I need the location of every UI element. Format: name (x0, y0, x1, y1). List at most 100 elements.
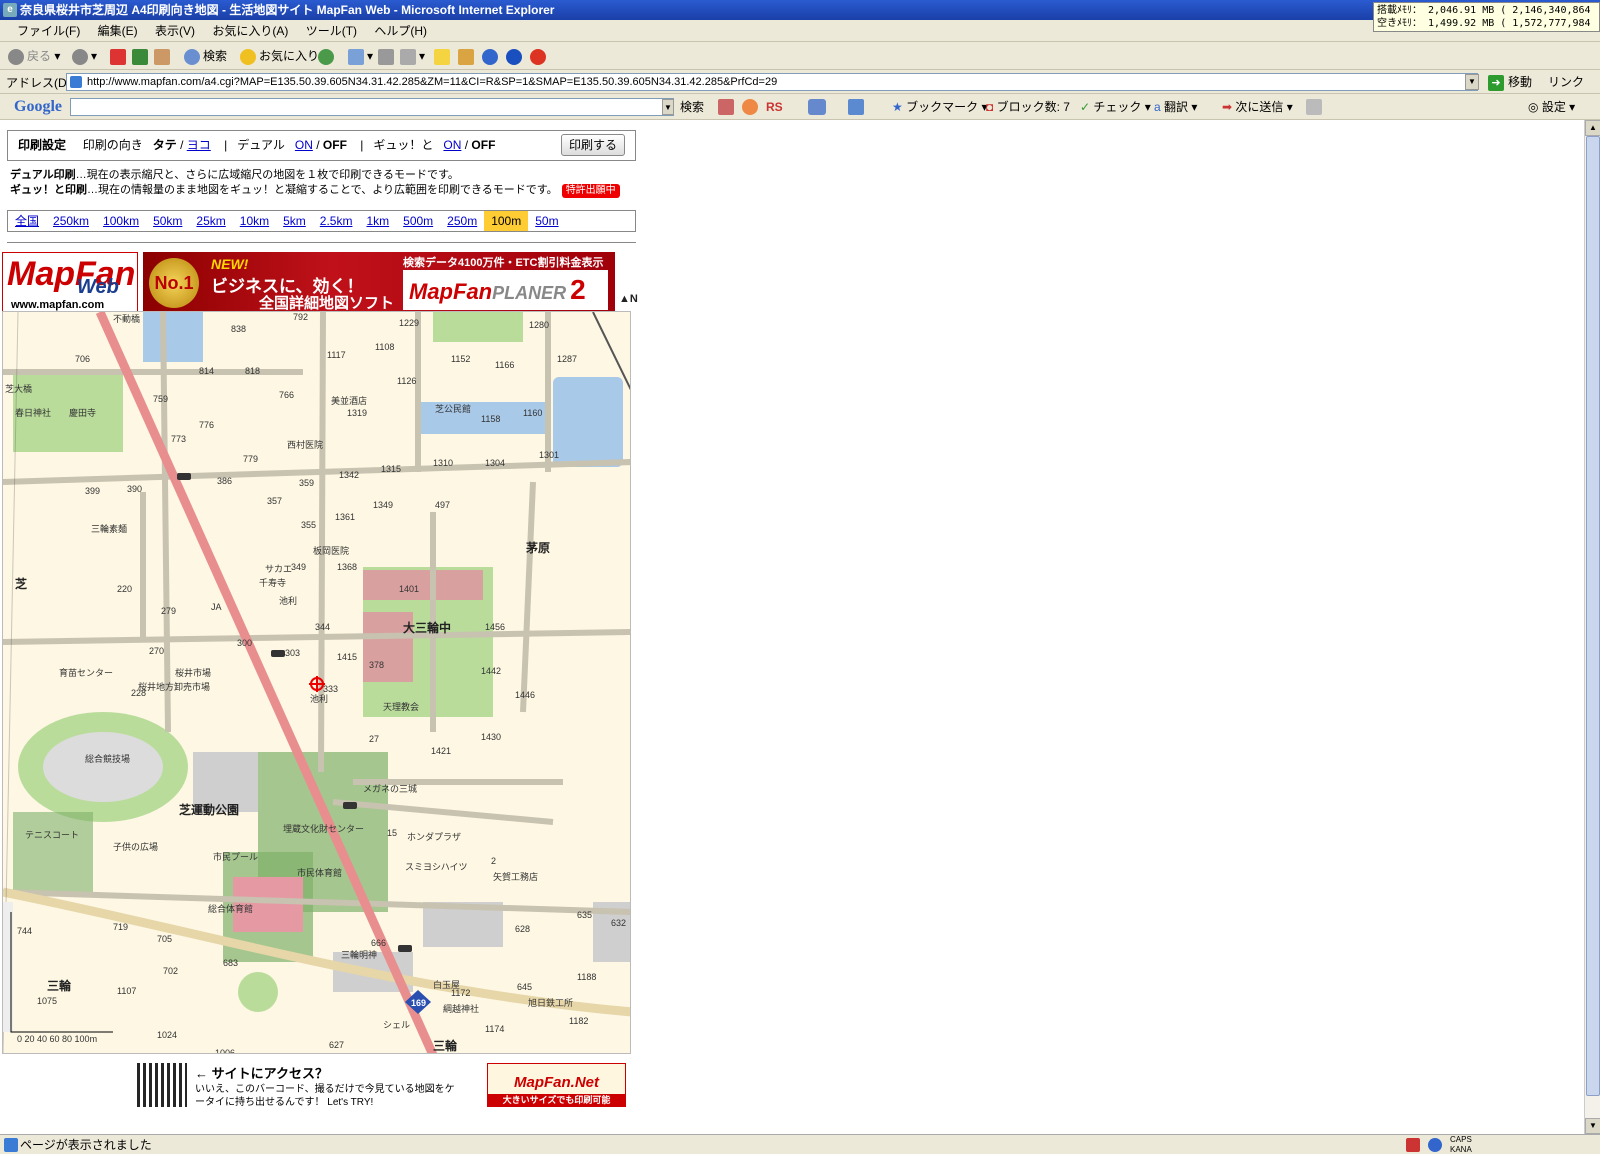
patent-badge: 特許出願中 (561, 184, 620, 198)
scale-link-9[interactable]: 500m (396, 211, 440, 231)
status-text: ページが表示されました (20, 1138, 152, 1152)
translate-button[interactable]: a 翻訳 ▾ (1154, 99, 1197, 115)
bookmarks-button[interactable]: ★ ブックマーク ▾ (892, 99, 987, 115)
google-search-button[interactable]: 検索 (680, 99, 704, 115)
scale-link-7[interactable]: 2.5km (313, 211, 360, 231)
history-button[interactable] (318, 46, 337, 66)
menu-view[interactable]: 表示(V) (148, 20, 202, 42)
map-number-label: 818 (245, 366, 261, 376)
spellcheck-button[interactable]: ✓ チェック ▾ (1080, 99, 1151, 115)
map-number-label: 702 (163, 966, 179, 976)
scale-link-1[interactable]: 250km (46, 211, 96, 231)
address-dropdown[interactable]: ▼ (1465, 74, 1479, 90)
map-number-label: 386 (217, 476, 233, 486)
scale-link-12[interactable]: 50m (528, 211, 565, 231)
map-number-label: 270 (149, 646, 165, 656)
map-number-label: 666 (371, 938, 387, 948)
map-number-label: 719 (113, 922, 129, 932)
send-to-button[interactable]: ➡ 次に送信 ▾ (1222, 99, 1293, 115)
map-number-label: 1401 (399, 584, 420, 594)
go-button[interactable]: 移動 (1488, 73, 1532, 91)
scroll-thumb[interactable] (1586, 136, 1600, 1096)
map-number-label: 228 (131, 688, 147, 698)
menu-file[interactable]: ファイル(F) (10, 20, 87, 42)
back-button[interactable]: 戻る ▾ (8, 46, 60, 66)
map-place-label: 育苗センター (59, 668, 114, 678)
map-place-label: 不動橋 (113, 314, 141, 324)
home-button[interactable] (154, 46, 173, 66)
map-place-label: メガネの三城 (363, 784, 418, 794)
map-place-label: 旭日鉄工所 (528, 998, 574, 1008)
star-icon (240, 48, 256, 65)
links-button[interactable]: リンク (1548, 73, 1584, 91)
addon-button[interactable] (530, 46, 549, 66)
ad-planer: PLANER (492, 283, 567, 303)
memory-line1: 搭載ﾒﾓﾘ： 2,046.91 MB ( 2,146,340,864 (1377, 5, 1591, 16)
google-search-dropdown[interactable]: ▼ (662, 99, 674, 115)
map-place-label: 西村医院 (287, 440, 324, 450)
scale-link-10[interactable]: 250m (440, 211, 484, 231)
forward-button[interactable]: ▾ (72, 46, 97, 66)
menu-edit[interactable]: 編集(E) (91, 20, 145, 42)
popup-icon[interactable] (848, 99, 864, 115)
orientation-yoko-link[interactable]: ヨコ (187, 138, 211, 152)
mapfan-net-banner[interactable]: MapFan.Net 大きいサイズでも印刷可能 (487, 1063, 626, 1107)
menu-tools[interactable]: ツール(T) (299, 20, 364, 42)
map-view[interactable]: 芝三輪 茅原 大三輪中 芝運動公園 総合競技場 総合体育館 市民体育館 市民プール 子供の広場 テ… (2, 311, 631, 1054)
mail-button[interactable]: ▾ (348, 46, 373, 66)
news-icon[interactable] (718, 99, 734, 115)
memory-line2: 空きﾒﾓﾘ： 1,499.92 MB ( 1,572,777,984 (1377, 18, 1591, 29)
search-button[interactable]: 検索 (184, 46, 227, 66)
stop-button[interactable] (110, 46, 129, 66)
compass-icon[interactable] (742, 99, 758, 115)
sendto-label: 次に送信 (1235, 100, 1284, 114)
scale-link-4[interactable]: 25km (189, 211, 232, 231)
highlighter-icon[interactable] (1306, 99, 1322, 115)
ie-icon: e (3, 3, 17, 17)
gyutto-on-link[interactable]: ON (443, 138, 461, 152)
bluetooth-button[interactable] (506, 46, 525, 66)
favorites-button[interactable]: お気に入り (240, 46, 319, 66)
menu-favorites[interactable]: お気に入り(A) (205, 20, 295, 42)
map-number-label: 1349 (373, 500, 394, 510)
google-search-input[interactable] (70, 98, 674, 116)
map-number-label: 15 (387, 828, 398, 838)
refresh-button[interactable] (132, 46, 151, 66)
home-icon (154, 48, 170, 65)
address-input[interactable]: http://www.mapfan.com/a4.cgi?MAP=E135.50… (66, 73, 1478, 91)
menu-help[interactable]: ヘルプ(H) (367, 20, 434, 42)
print-tb-button[interactable] (378, 46, 397, 66)
scale-link-11[interactable]: 100m (484, 211, 529, 231)
rs-button[interactable]: RS (766, 99, 783, 115)
scale-link-8[interactable]: 1km (359, 211, 396, 231)
print-button[interactable]: 印刷する (561, 134, 625, 156)
map-number-label: 220 (117, 584, 133, 594)
dual-description: デュアル印刷…現在の表示縮尺と、さらに広域縮尺の地図を１枚で印刷できるモードです… (10, 168, 459, 183)
vertical-scrollbar[interactable]: ▲ ▼ (1584, 120, 1600, 1134)
map-number-label: 1442 (481, 666, 502, 676)
scale-link-6[interactable]: 5km (276, 211, 313, 231)
scroll-up-button[interactable]: ▲ (1585, 120, 1600, 136)
dual-on-link[interactable]: ON (295, 138, 313, 152)
map-number-label: 1024 (157, 1030, 178, 1040)
notes-button[interactable] (434, 46, 453, 66)
popup-blocker-button[interactable]: ◘ ブロック数: 7 (986, 99, 1070, 115)
map-number-label: 1172 (451, 988, 471, 998)
orientation-label: 印刷の向き (82, 138, 143, 152)
ad-product-name: MapFan (409, 279, 493, 304)
messenger-button[interactable] (482, 46, 501, 66)
scale-link-5[interactable]: 10km (233, 211, 276, 231)
planer-advertisement[interactable]: No.1 NEW! ビジネスに、効く！ 全国詳細地図ソフト 検索データ4100万… (143, 252, 615, 313)
scroll-down-button[interactable]: ▼ (1585, 1118, 1600, 1134)
scale-link-3[interactable]: 50km (146, 211, 189, 231)
map-place-label: 板岡医院 (313, 546, 350, 556)
map-number-label: 1006 (215, 1048, 236, 1054)
pagerank-icon[interactable] (808, 99, 826, 115)
scale-link-0[interactable]: 全国 (8, 211, 46, 231)
mapfan-logo[interactable]: MapFan Web www.mapfan.com (2, 252, 138, 313)
tool-button-1[interactable] (458, 46, 477, 66)
google-settings-button[interactable]: ◎ 設定 ▾ (1528, 99, 1575, 115)
map-number-label: 1152 (451, 354, 471, 364)
edit-button[interactable]: ▾ (400, 46, 425, 66)
scale-link-2[interactable]: 100km (96, 211, 146, 231)
